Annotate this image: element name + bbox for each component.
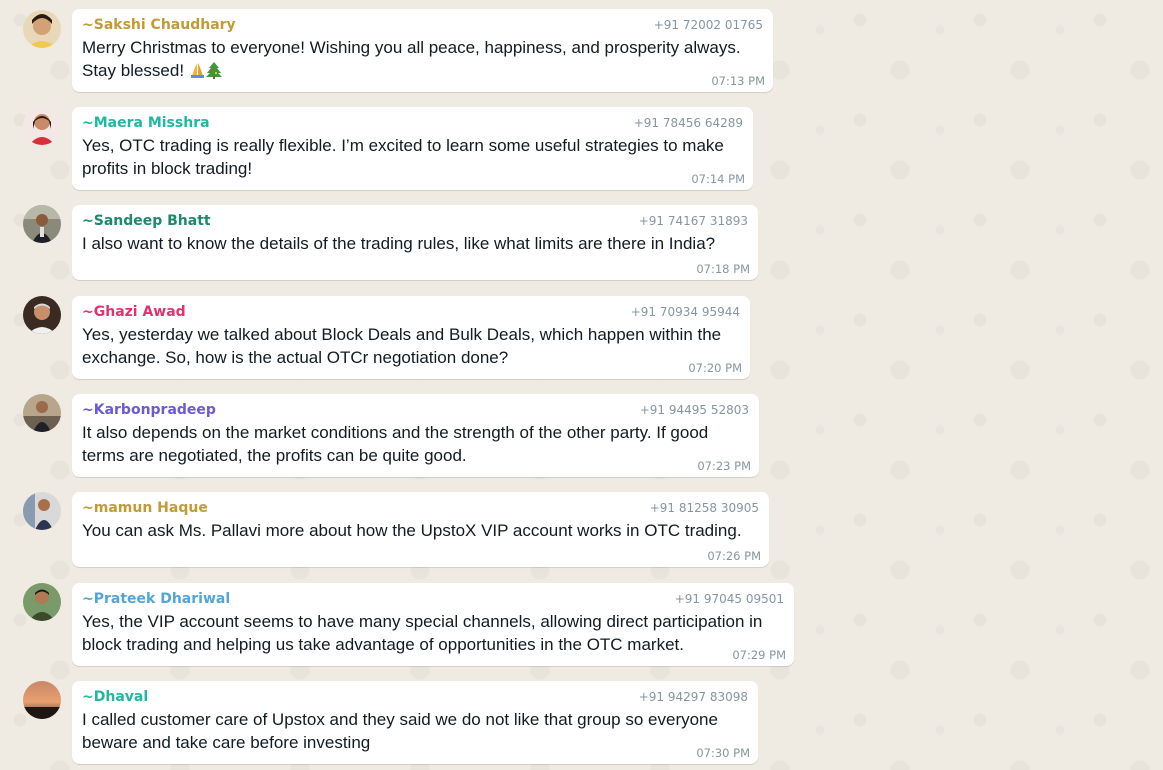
avatar[interactable]	[23, 296, 61, 334]
sender-phone: +91 70934 95944	[630, 305, 740, 319]
sender-phone: +91 94297 83098	[638, 690, 748, 704]
message-time: 07:29 PM	[732, 648, 786, 662]
message-time: 07:26 PM	[707, 549, 761, 563]
message-text: Yes, the VIP account seems to have many …	[82, 610, 786, 656]
sender-phone: +91 72002 01765	[653, 18, 763, 32]
message-text: I called customer care of Upstox and the…	[82, 708, 750, 754]
message-text: It also depends on the market conditions…	[82, 421, 751, 467]
sender-name[interactable]: ~Karbonpradeep	[82, 400, 216, 420]
message-line: Merry Christmas to everyone! Wishing you…	[82, 38, 741, 57]
message-time: 07:23 PM	[697, 459, 751, 473]
message-line: I called customer care of Upstox and the…	[82, 710, 718, 729]
message-line: It also depends on the market conditions…	[82, 423, 709, 442]
message-line: Stay blessed!	[82, 59, 765, 82]
message-time: 07:30 PM	[696, 746, 750, 760]
folded-hands-icon	[189, 61, 206, 78]
christmas-tree-icon	[205, 61, 222, 79]
message-text: Yes, yesterday we talked about Block Dea…	[82, 323, 742, 369]
message-line: Yes, OTC trading is really flexible. I’m…	[82, 136, 724, 155]
avatar[interactable]	[23, 205, 61, 243]
message-bubble[interactable]: ~Prateek Dhariwal +91 97045 09501 Yes, t…	[72, 583, 794, 666]
message-time: 07:13 PM	[711, 74, 765, 88]
sender-name[interactable]: ~Dhaval	[82, 687, 148, 707]
message-line: exchange. So, how is the actual OTCr neg…	[82, 348, 509, 367]
avatar[interactable]	[23, 10, 61, 48]
message-bubble[interactable]: ~Maera Misshra +91 78456 64289 Yes, OTC …	[72, 107, 753, 190]
sender-name[interactable]: ~Sandeep Bhatt	[82, 211, 211, 231]
sender-phone: +91 81258 30905	[649, 501, 759, 515]
message-line: Yes, yesterday we talked about Block Dea…	[82, 325, 722, 344]
avatar[interactable]	[23, 681, 61, 719]
message-line-text: Stay blessed!	[82, 61, 189, 80]
message-bubble[interactable]: ~Dhaval +91 94297 83098 I called custome…	[72, 681, 758, 764]
message-line: profits in block trading!	[82, 159, 253, 178]
message-text: I also want to know the details of the t…	[82, 232, 750, 255]
sender-name[interactable]: ~mamun Haque	[82, 498, 208, 518]
sender-name[interactable]: ~Sakshi Chaudhary	[82, 15, 236, 35]
sender-phone: +91 78456 64289	[633, 116, 743, 130]
sender-name[interactable]: ~Maera Misshra	[82, 113, 210, 133]
message-line: You can ask Ms. Pallavi more about how t…	[82, 521, 742, 540]
message-line: Yes, the VIP account seems to have many …	[82, 612, 763, 631]
message-line: I also want to know the details of the t…	[82, 234, 716, 253]
message-bubble[interactable]: ~Ghazi Awad +91 70934 95944 Yes, yesterd…	[72, 296, 750, 379]
sender-phone: +91 94495 52803	[639, 403, 749, 417]
message-time: 07:20 PM	[688, 361, 742, 375]
message-bubble[interactable]: ~Sandeep Bhatt +91 74167 31893 I also wa…	[72, 205, 758, 280]
message-bubble[interactable]: ~Karbonpradeep +91 94495 52803 It also d…	[72, 394, 759, 477]
avatar[interactable]	[23, 492, 61, 530]
avatar[interactable]	[23, 107, 61, 145]
message-time: 07:18 PM	[696, 262, 750, 276]
message-time: 07:14 PM	[691, 172, 745, 186]
sender-phone: +91 74167 31893	[638, 214, 748, 228]
avatar[interactable]	[23, 394, 61, 432]
sender-phone: +91 97045 09501	[674, 592, 784, 606]
message-text: Merry Christmas to everyone! Wishing you…	[82, 36, 765, 82]
message-line: terms are negotiated, the profits can be…	[82, 446, 467, 465]
message-line: block trading and helping us take advant…	[82, 635, 684, 654]
message-text: Yes, OTC trading is really flexible. I’m…	[82, 134, 745, 180]
avatar[interactable]	[23, 583, 61, 621]
message-text: You can ask Ms. Pallavi more about how t…	[82, 519, 761, 542]
message-bubble[interactable]: ~mamun Haque +91 81258 30905 You can ask…	[72, 492, 769, 567]
message-line: beware and take care before investing	[82, 733, 371, 752]
message-bubble[interactable]: ~Sakshi Chaudhary +91 72002 01765 Merry …	[72, 9, 773, 92]
sender-name[interactable]: ~Ghazi Awad	[82, 302, 186, 322]
sender-name[interactable]: ~Prateek Dhariwal	[82, 589, 230, 609]
